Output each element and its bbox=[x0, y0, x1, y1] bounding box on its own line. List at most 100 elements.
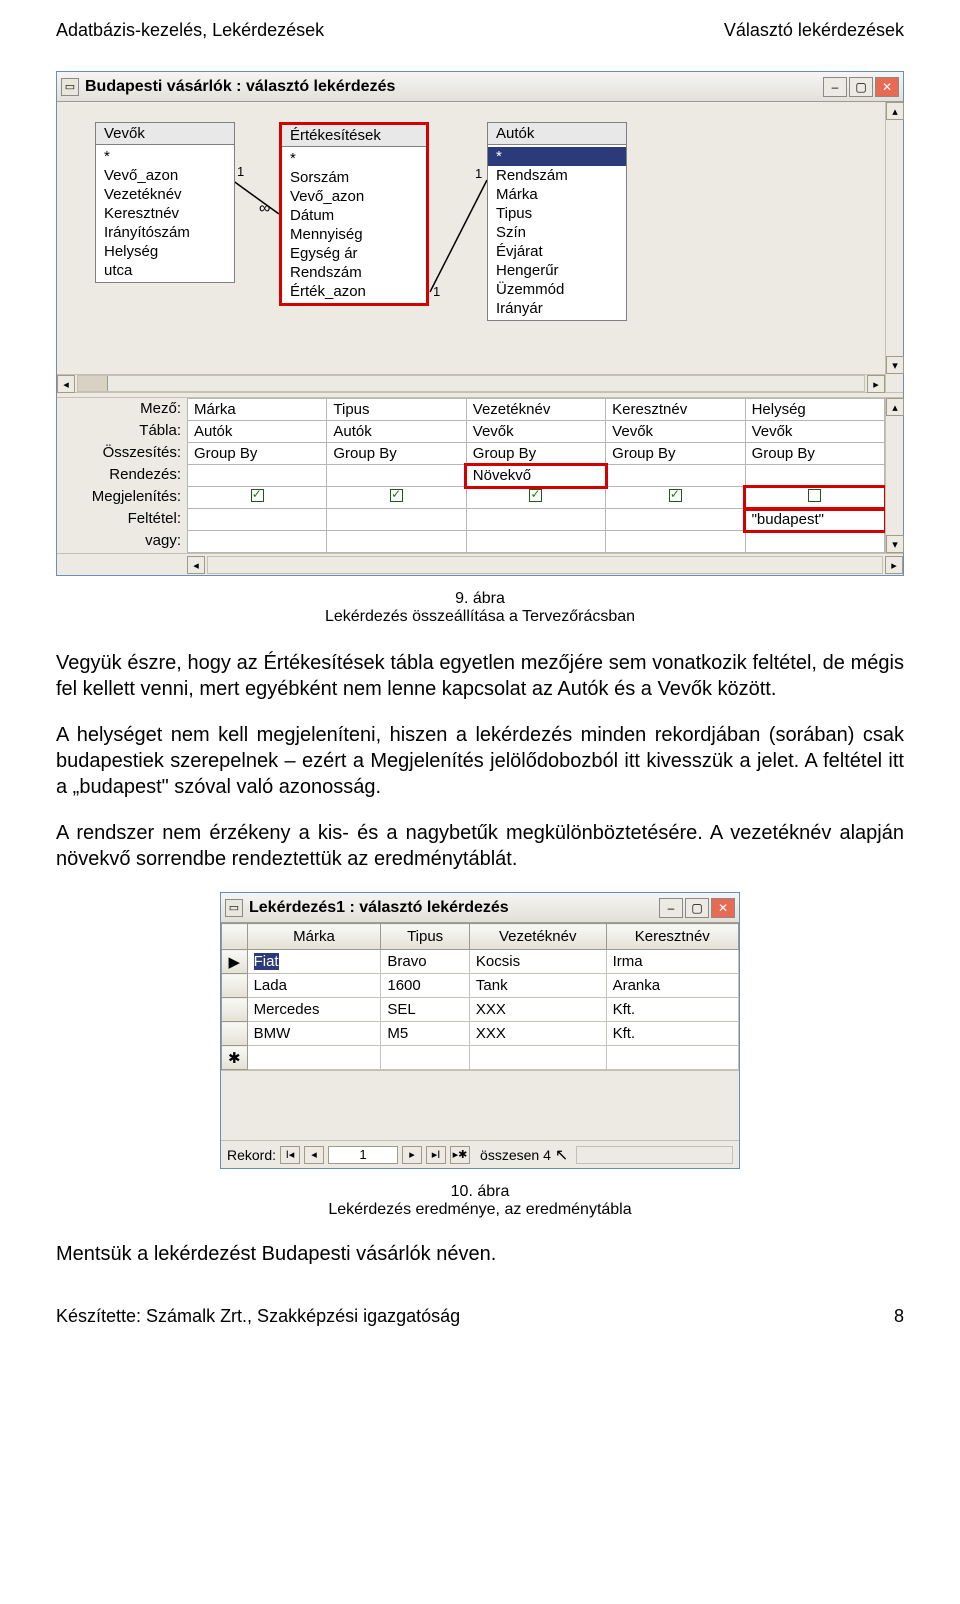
field-item[interactable]: Mennyiség bbox=[282, 225, 426, 244]
data-cell[interactable]: SEL bbox=[381, 998, 470, 1022]
maximize-button[interactable]: ▢ bbox=[849, 77, 873, 97]
horizontal-scrollbar[interactable]: ◂ ▸ bbox=[57, 374, 885, 392]
scroll-right-icon[interactable]: ▸ bbox=[867, 375, 885, 393]
data-cell[interactable]: Kft. bbox=[606, 998, 738, 1022]
field-item[interactable]: Rendszám bbox=[282, 263, 426, 282]
close-button[interactable]: ✕ bbox=[875, 77, 899, 97]
scroll-track[interactable] bbox=[77, 375, 865, 392]
grid-cell[interactable]: Vevők bbox=[466, 421, 605, 443]
data-cell[interactable] bbox=[469, 1046, 606, 1070]
field-item[interactable]: Keresztnév bbox=[96, 204, 234, 223]
column-header[interactable]: Keresztnév bbox=[606, 924, 738, 950]
grid-cell-show[interactable] bbox=[188, 487, 327, 509]
row-selector[interactable] bbox=[222, 1022, 248, 1046]
field-item[interactable]: Sorszám bbox=[282, 168, 426, 187]
column-header[interactable]: Vezetéknév bbox=[469, 924, 606, 950]
grid-vertical-scrollbar[interactable]: ▴ ▾ bbox=[885, 398, 903, 553]
column-header[interactable]: Tipus bbox=[381, 924, 470, 950]
scroll-down-icon[interactable]: ▾ bbox=[886, 356, 904, 374]
grid-cell[interactable]: Márka bbox=[188, 399, 327, 421]
row-selector[interactable] bbox=[222, 974, 248, 998]
data-cell[interactable]: Mercedes bbox=[247, 998, 381, 1022]
nav-first-icon[interactable]: І◂ bbox=[280, 1146, 300, 1164]
grid-cell[interactable] bbox=[606, 531, 745, 553]
checkbox-icon[interactable] bbox=[251, 489, 264, 502]
grid-cell[interactable]: Group By bbox=[606, 443, 745, 465]
table-vevok[interactable]: Vevők * Vevő_azon Vezetéknév Keresztnév … bbox=[95, 122, 235, 283]
table-ertekesitesek[interactable]: Értékesítések * Sorszám Vevő_azon Dátum … bbox=[279, 122, 429, 306]
field-item[interactable]: Érték_azon bbox=[282, 282, 426, 301]
new-row-selector[interactable]: ✱ bbox=[222, 1046, 248, 1070]
nav-prev-icon[interactable]: ◂ bbox=[304, 1146, 324, 1164]
titlebar[interactable]: ▭ Lekérdezés1 : választó lekérdezés – ▢ … bbox=[221, 893, 739, 923]
data-cell[interactable]: BMW bbox=[247, 1022, 381, 1046]
data-cell[interactable]: Bravo bbox=[381, 950, 470, 974]
row-selector[interactable] bbox=[222, 998, 248, 1022]
minimize-button[interactable]: – bbox=[659, 898, 683, 918]
data-cell[interactable] bbox=[381, 1046, 470, 1070]
grid-cell[interactable] bbox=[327, 509, 466, 531]
field-item[interactable]: Szín bbox=[488, 223, 626, 242]
row-selector[interactable]: ▶ bbox=[222, 950, 248, 974]
nav-next-icon[interactable]: ▸ bbox=[402, 1146, 422, 1164]
grid-cell[interactable] bbox=[466, 531, 605, 553]
field-item[interactable]: Dátum bbox=[282, 206, 426, 225]
field-item[interactable]: Évjárat bbox=[488, 242, 626, 261]
scroll-down-icon[interactable]: ▾ bbox=[886, 535, 904, 553]
table-autok[interactable]: Autók * Rendszám Márka Tipus Szín Évjára… bbox=[487, 122, 627, 321]
titlebar[interactable]: ▭ Budapesti vásárlók : választó lekérdez… bbox=[57, 72, 903, 102]
data-cell[interactable] bbox=[606, 1046, 738, 1070]
checkbox-icon[interactable] bbox=[808, 489, 821, 502]
grid-horizontal-scrollbar[interactable]: ◂ ▸ bbox=[57, 553, 903, 575]
data-cell[interactable] bbox=[247, 1046, 381, 1070]
scroll-left-icon[interactable]: ◂ bbox=[187, 556, 205, 574]
data-cell[interactable]: XXX bbox=[469, 1022, 606, 1046]
field-item[interactable]: Vezetéknév bbox=[96, 185, 234, 204]
grid-cell-show[interactable] bbox=[606, 487, 745, 509]
data-cell[interactable]: M5 bbox=[381, 1022, 470, 1046]
field-item[interactable]: * bbox=[282, 149, 426, 168]
column-header[interactable]: Márka bbox=[247, 924, 381, 950]
grid-cell[interactable]: Group By bbox=[745, 443, 884, 465]
grid-cell[interactable]: Autók bbox=[327, 421, 466, 443]
field-item[interactable]: Márka bbox=[488, 185, 626, 204]
checkbox-icon[interactable] bbox=[390, 489, 403, 502]
grid-cell-criteria-highlight[interactable]: "budapest" bbox=[745, 509, 884, 531]
maximize-button[interactable]: ▢ bbox=[685, 898, 709, 918]
field-item[interactable]: Egység ár bbox=[282, 244, 426, 263]
grid-cell[interactable] bbox=[188, 531, 327, 553]
field-item[interactable]: Rendszám bbox=[488, 166, 626, 185]
grid-cell-sort-highlight[interactable]: Növekvő bbox=[466, 465, 605, 487]
grid-cell-show-highlight[interactable] bbox=[745, 487, 884, 509]
datasheet-grid[interactable]: Márka Tipus Vezetéknév Keresztnév ▶ Fiat… bbox=[221, 923, 739, 1070]
data-cell[interactable]: Tank bbox=[469, 974, 606, 998]
scroll-left-icon[interactable]: ◂ bbox=[57, 375, 75, 393]
grid-cell[interactable]: Helység bbox=[745, 399, 884, 421]
grid-cell[interactable] bbox=[606, 465, 745, 487]
data-cell[interactable]: Irma bbox=[606, 950, 738, 974]
field-item[interactable]: Hengerűr bbox=[488, 261, 626, 280]
data-cell[interactable]: Fiat bbox=[247, 950, 381, 974]
grid-cell[interactable] bbox=[327, 465, 466, 487]
checkbox-icon[interactable] bbox=[669, 489, 682, 502]
scroll-track[interactable] bbox=[886, 416, 903, 535]
grid-cell[interactable] bbox=[606, 509, 745, 531]
grid-cell[interactable] bbox=[188, 509, 327, 531]
grid-cell[interactable] bbox=[327, 531, 466, 553]
grid-cell-show[interactable] bbox=[327, 487, 466, 509]
scroll-thumb[interactable] bbox=[78, 376, 108, 391]
scroll-up-icon[interactable]: ▴ bbox=[886, 398, 904, 416]
grid-cell[interactable]: Vevők bbox=[745, 421, 884, 443]
vertical-scrollbar[interactable]: ▴ ▾ bbox=[885, 102, 903, 392]
grid-cell[interactable]: Tipus bbox=[327, 399, 466, 421]
field-item[interactable]: Irányítószám bbox=[96, 223, 234, 242]
data-cell[interactable]: XXX bbox=[469, 998, 606, 1022]
data-cell[interactable]: Lada bbox=[247, 974, 381, 998]
grid-cell[interactable]: Group By bbox=[188, 443, 327, 465]
checkbox-icon[interactable] bbox=[529, 489, 542, 502]
grid-cell[interactable]: Autók bbox=[188, 421, 327, 443]
field-item[interactable]: Vevő_azon bbox=[96, 166, 234, 185]
nav-new-icon[interactable]: ▸✱ bbox=[450, 1146, 470, 1164]
field-item[interactable]: utca bbox=[96, 261, 234, 280]
grid-cell[interactable] bbox=[745, 465, 884, 487]
